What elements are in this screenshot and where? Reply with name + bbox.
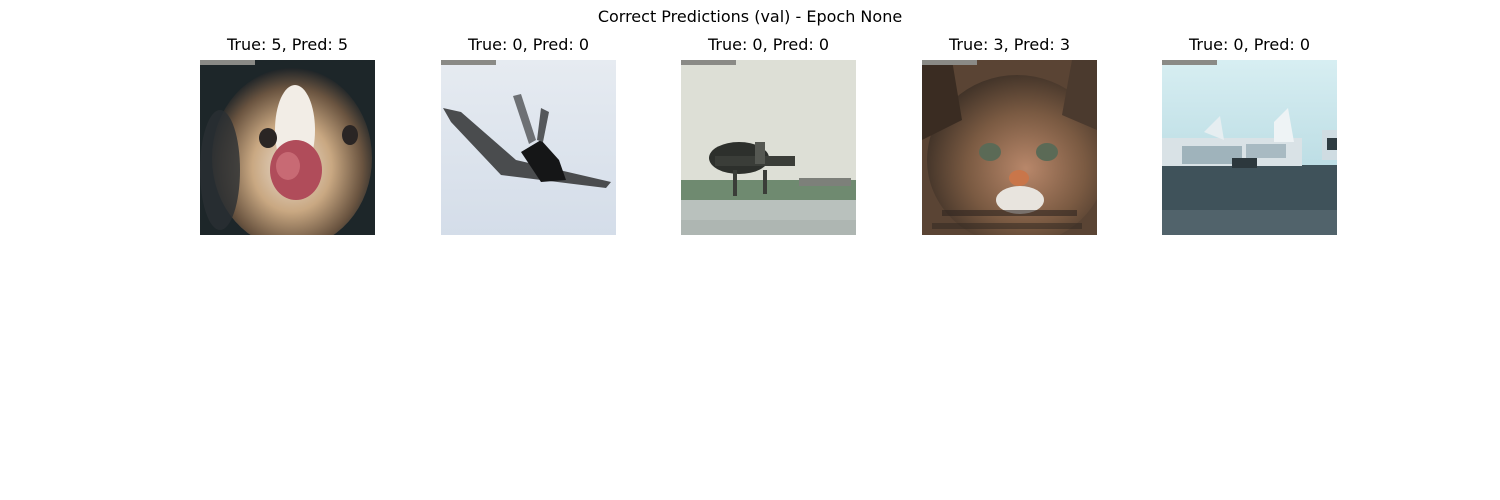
indicator-bar — [681, 60, 736, 65]
prediction-panel: True: 0, Pred: 0 — [681, 35, 856, 235]
prediction-panel: True: 5, Pred: 5 — [200, 35, 375, 235]
figure-title: Correct Predictions (val) - Epoch None — [597, 7, 903, 26]
prediction-panel: True: 0, Pred: 0 — [441, 35, 616, 235]
airplane-sky-image — [441, 60, 616, 235]
panel-title: True: 3, Pred: 3 — [948, 35, 1071, 54]
indicator-bar — [922, 60, 977, 65]
dog-face-image — [200, 60, 375, 235]
indicator-bar — [200, 60, 255, 65]
panel-title: True: 0, Pred: 0 — [707, 35, 830, 54]
prediction-panel: True: 3, Pred: 3 — [922, 35, 1097, 235]
prediction-panel: True: 0, Pred: 0 — [1162, 35, 1337, 235]
indicator-bar — [441, 60, 496, 65]
panel-title: True: 0, Pred: 0 — [467, 35, 590, 54]
panel-title: True: 5, Pred: 5 — [226, 35, 349, 54]
airplane-runway-image — [681, 60, 856, 235]
cat-face-image — [922, 60, 1097, 235]
indicator-bar — [1162, 60, 1217, 65]
panel-title: True: 0, Pred: 0 — [1188, 35, 1311, 54]
jets-tarmac-image — [1162, 60, 1337, 235]
